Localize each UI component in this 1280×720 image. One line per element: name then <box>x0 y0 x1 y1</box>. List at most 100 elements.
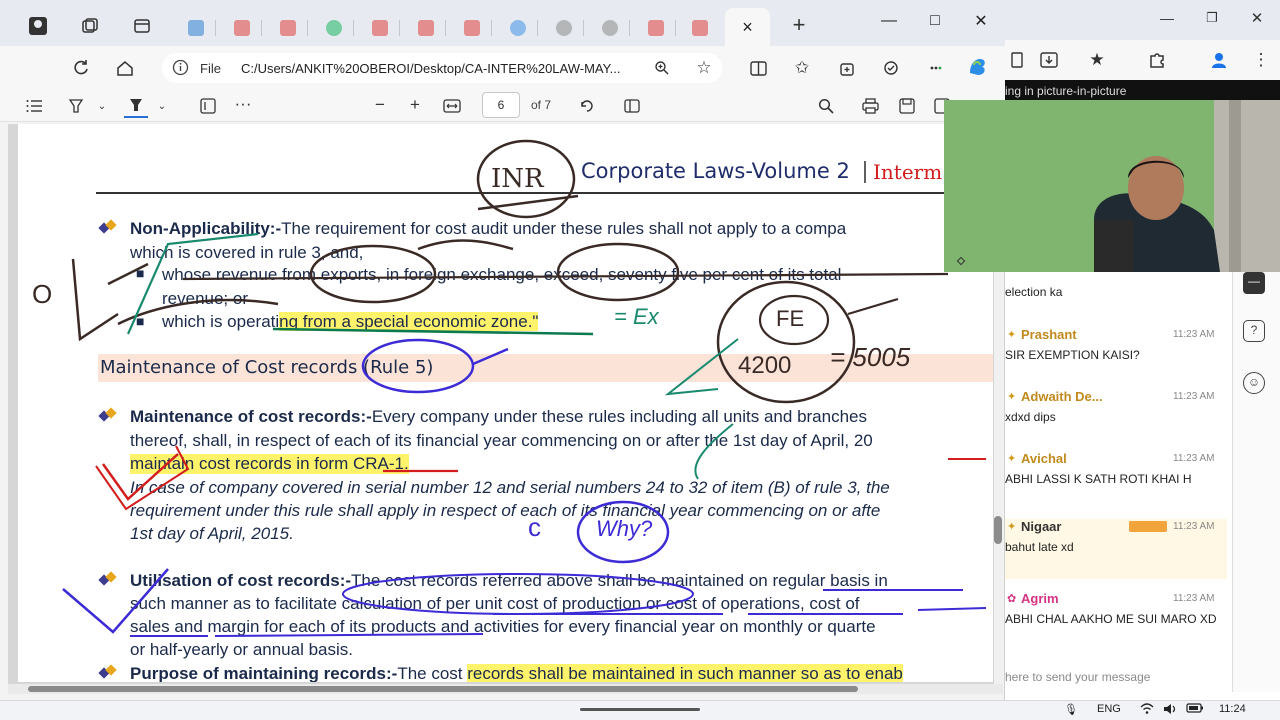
extensions-puzzle-icon[interactable] <box>1145 48 1169 72</box>
close-window-button[interactable]: ✕ <box>958 8 1004 34</box>
chat-fragment: election ka <box>1005 285 1063 299</box>
tab-7[interactable] <box>452 10 492 46</box>
file-scheme-label: File <box>200 60 221 76</box>
more-options-icon[interactable]: ··· <box>231 92 255 116</box>
chat-text: SIR EXEMPTION KAISI? <box>1005 348 1140 362</box>
restore-icon[interactable]: ❐ <box>1200 6 1224 30</box>
ink-annotations <box>62 139 987 637</box>
tab-12[interactable] <box>680 10 720 46</box>
microphone-icon[interactable]: 🎙 <box>1064 703 1078 716</box>
text-box-icon[interactable] <box>196 94 220 118</box>
tab-favicon-icon <box>510 20 526 36</box>
chat-time: 11:23 AM <box>1173 391 1215 402</box>
tab-11[interactable] <box>636 10 676 46</box>
close-icon[interactable]: ✕ <box>1245 6 1269 30</box>
tab-8[interactable] <box>498 10 538 46</box>
chevron-down-icon[interactable]: ⌄ <box>90 94 114 118</box>
tab-2[interactable] <box>222 10 262 46</box>
info-icon[interactable] <box>172 59 189 79</box>
chat-text: ABHI LASSI K SATH ROTI KHAI H <box>1005 472 1192 486</box>
member-badge-icon: ✦ <box>1007 521 1017 533</box>
tab-favicon-icon <box>556 20 572 36</box>
member-badge-icon: ✦ <box>1007 329 1017 341</box>
chat-bubble-icon[interactable]: — <box>1243 272 1265 294</box>
fit-width-icon[interactable] <box>440 94 464 118</box>
address-bar[interactable]: File C:/Users/ANKIT%20OBEROI/Desktop/CA-… <box>162 53 722 83</box>
member-badge-icon: ✦ <box>1007 391 1017 403</box>
home-icon[interactable] <box>113 56 137 80</box>
extensions-icon[interactable] <box>924 56 948 80</box>
maximize-button[interactable]: □ <box>912 8 958 34</box>
zoom-out-icon[interactable]: − <box>368 93 392 117</box>
language-indicator[interactable]: ENG <box>1097 703 1121 715</box>
bookmark-star-icon[interactable]: ★ <box>1085 48 1109 72</box>
zoom-icon[interactable] <box>650 56 674 80</box>
tab-5[interactable] <box>360 10 400 46</box>
chat-message: ✦ Avichal 11:23 AM ABHI LASSI K SATH ROT… <box>1005 451 1227 501</box>
collections-icon[interactable] <box>835 56 859 80</box>
clock[interactable]: 11:24 <box>1219 703 1246 715</box>
page-view-icon[interactable] <box>620 94 644 118</box>
download-icon[interactable] <box>1037 48 1061 72</box>
search-icon[interactable] <box>814 94 838 118</box>
pdf-viewer[interactable]: Corporate Laws-Volume 2 | Interm Non-App… <box>8 124 1003 684</box>
help-icon[interactable]: ? <box>1243 320 1265 342</box>
tab-3[interactable] <box>268 10 308 46</box>
member-badge <box>1129 521 1167 532</box>
horizontal-scroll-thumb[interactable] <box>28 686 858 692</box>
save-icon[interactable] <box>895 94 919 118</box>
page-number-input[interactable]: 6 <box>482 92 520 118</box>
close-icon: × <box>742 16 753 37</box>
zoom-in-icon[interactable]: + <box>403 93 427 117</box>
browser-essentials-icon[interactable] <box>879 56 903 80</box>
tab-favicon-icon <box>602 20 618 36</box>
wifi-icon[interactable] <box>1140 703 1154 718</box>
tab-6[interactable] <box>406 10 446 46</box>
ink-c-text: c <box>528 512 541 542</box>
accessibility-icon[interactable]: ☺ <box>1243 372 1265 394</box>
favorites-icon[interactable]: ✩ <box>790 56 814 80</box>
refresh-icon[interactable] <box>69 56 93 80</box>
draw-icon[interactable] <box>124 94 148 118</box>
tab-4[interactable] <box>314 10 354 46</box>
workspaces-icon[interactable] <box>78 14 102 38</box>
ink-eq-ex-text: = Ex <box>614 304 659 329</box>
minimize-button[interactable]: — <box>866 8 912 34</box>
active-tab-close-button[interactable]: × <box>725 8 770 46</box>
rotate-icon[interactable] <box>575 94 599 118</box>
ink-inr-text: INR <box>491 164 544 194</box>
presenter-video-frame <box>944 100 1280 272</box>
minimize-icon[interactable]: — <box>1155 6 1179 30</box>
chat-message-input[interactable]: here to send your message <box>1005 670 1150 684</box>
tab-favicon-icon <box>188 20 204 36</box>
favorite-star-icon[interactable]: ☆ <box>692 56 716 80</box>
tab-9[interactable] <box>544 10 584 46</box>
volume-icon[interactable] <box>1163 703 1177 718</box>
tab-actions-icon[interactable] <box>130 14 154 38</box>
tab-icon[interactable] <box>1005 48 1029 72</box>
picture-in-picture-video[interactable] <box>944 100 1280 272</box>
chevron-down-icon[interactable]: ⌄ <box>150 94 174 118</box>
highlight-icon[interactable] <box>64 94 88 118</box>
battery-icon[interactable] <box>1186 703 1204 716</box>
page-count-label: of 7 <box>531 98 552 112</box>
chat-message: ✿ Agrim 11:23 AM ABHI CHAL AAKHO ME SUI … <box>1005 591 1227 641</box>
chat-message: ✦ Prashant 11:23 AM SIR EXEMPTION KAISI? <box>1005 327 1227 367</box>
right-sidebar: — ? ☺ <box>1232 272 1280 692</box>
vertical-scroll-thumb[interactable] <box>994 516 1002 544</box>
menu-dots-icon[interactable]: ⋮ <box>1249 48 1273 72</box>
print-icon[interactable] <box>858 94 882 118</box>
contents-menu-icon[interactable] <box>22 94 46 118</box>
chat-author: Agrim <box>1021 591 1059 606</box>
account-icon[interactable] <box>1207 48 1231 72</box>
new-tab-button[interactable]: + <box>776 12 822 38</box>
tab-1[interactable] <box>176 10 216 46</box>
copilot-icon[interactable] <box>966 55 990 79</box>
split-screen-icon[interactable] <box>746 56 770 80</box>
tab-10[interactable] <box>590 10 630 46</box>
chat-time: 11:23 AM <box>1173 453 1215 464</box>
chat-message: ✦ Adwaith De... 11:23 AM xdxd dips <box>1005 389 1227 429</box>
browser-window: × + — □ ✕ File C:/Users/ANKIT%20OBEROI/D… <box>0 0 1005 700</box>
profile-icon[interactable] <box>26 14 50 38</box>
url-text: C:/Users/ANKIT%20OBEROI/Desktop/CA-INTER… <box>240 60 621 76</box>
